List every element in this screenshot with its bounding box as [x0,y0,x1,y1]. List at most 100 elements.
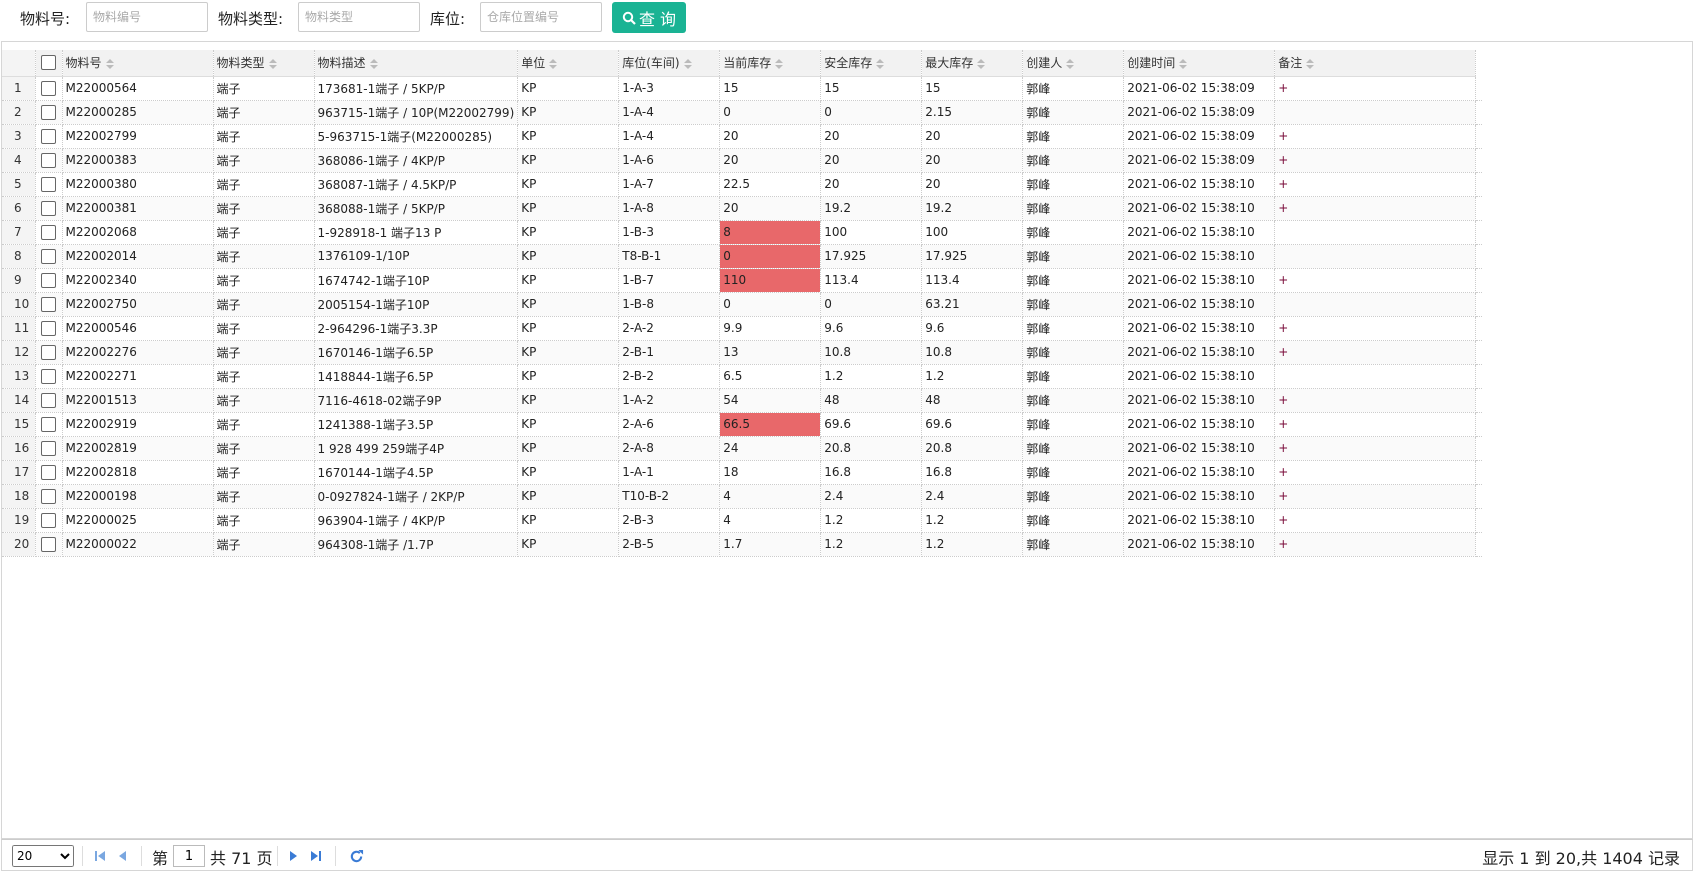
table-row[interactable]: 9 M22002340 端子 1674742-1端子10P KP 1-B-7 110 113.… [2,268,1483,293]
col-header-creator[interactable]: 创建人 [1022,50,1125,77]
select-all-cell[interactable] [35,50,63,77]
row-checkbox[interactable] [41,248,56,264]
table-row[interactable]: 7 M22002068 端子 1-928918-1 端子13 P KP 1-B-3 8 100… [2,220,1483,245]
sort-icon[interactable] [1066,58,1075,69]
table-row[interactable]: 8 M22002014 端子 1376109-1/10P KP T8-B-1 0 17.925… [2,244,1483,269]
refresh-icon[interactable] [347,847,365,865]
row-checkbox[interactable] [41,272,56,288]
row-checkbox[interactable] [41,296,56,312]
page-number-input[interactable] [173,845,205,867]
cell-max-stock: 20 [921,172,1024,197]
row-checkbox[interactable] [41,464,56,480]
sort-icon[interactable] [775,58,784,69]
row-checkbox[interactable] [41,368,56,384]
row-select-cell[interactable] [35,508,63,533]
sort-icon[interactable] [549,58,558,69]
row-select-cell[interactable] [35,364,63,389]
row-checkbox[interactable] [41,416,56,432]
row-checkbox[interactable] [41,200,56,216]
row-checkbox[interactable] [41,224,56,240]
table-row[interactable]: 10 M22002750 端子 2005154-1端子10P KP 1-B-8 0 0 63.2… [2,292,1483,317]
col-header-type[interactable]: 物料类型 [213,50,315,77]
row-checkbox[interactable] [41,80,56,96]
table-row[interactable]: 6 M22000381 端子 368088-1端子 / 5KP/P KP 1-A-8 20 1… [2,196,1483,221]
table-row[interactable]: 13 M22002271 端子 1418844-1端子6.5P KP 2-B-2 6.5 1.… [2,364,1483,389]
col-header-created-time[interactable]: 创建时间 [1123,50,1276,77]
row-checkbox[interactable] [41,152,56,168]
row-select-cell[interactable] [35,124,63,149]
col-header-safety-stock[interactable]: 安全库存 [820,50,923,77]
sort-icon[interactable] [105,58,114,69]
table-row[interactable]: 17 M22002818 端子 1670144-1端子4.5P KP 1-A-1 18 16.… [2,460,1483,485]
col-header-current-stock[interactable]: 当前库存 [719,50,822,77]
first-page-icon[interactable] [91,847,109,865]
location-input[interactable] [480,2,602,32]
table-row[interactable]: 16 M22002819 端子 1 928 499 259端子4P KP 2-A-8 24 2… [2,436,1483,461]
next-page-icon[interactable] [284,847,302,865]
sort-icon[interactable] [268,58,277,69]
row-checkbox[interactable] [41,536,56,552]
row-select-cell[interactable] [35,460,63,485]
sort-icon[interactable] [369,58,378,69]
table-row[interactable]: 12 M22002276 端子 1670146-1端子6.5P KP 2-B-1 13 10.… [2,340,1483,365]
sort-icon[interactable] [977,58,986,69]
row-select-cell[interactable] [35,340,63,365]
row-checkbox[interactable] [41,488,56,504]
table-row[interactable]: 15 M22002919 端子 1241388-1端子3.5P KP 2-A-6 66.5 6… [2,412,1483,437]
row-checkbox[interactable] [41,392,56,408]
col-header-max-stock[interactable]: 最大库存 [921,50,1024,77]
material-no-input[interactable] [86,2,208,32]
sort-icon[interactable] [1179,58,1188,69]
table-row[interactable]: 3 M22002799 端子 5-963715-1端子(M22000285) KP 1-A… [2,124,1483,149]
row-checkbox[interactable] [41,320,56,336]
row-checkbox[interactable] [41,344,56,360]
row-select-cell[interactable] [35,148,63,173]
table-row[interactable]: 1 M22000564 端子 173681-1端子 / 5KP/P KP 1-A-3 15 1… [2,76,1483,101]
row-checkbox[interactable] [41,176,56,192]
col-header-unit[interactable]: 单位 [517,50,620,77]
col-header-note[interactable]: 备注 [1274,50,1477,77]
row-select-cell[interactable] [35,316,63,341]
row-select-cell[interactable] [35,268,63,293]
query-button[interactable]: 查 询 [612,2,686,33]
cell-current-stock: 4 [719,484,822,509]
table-row[interactable]: 20 M22000022 端子 964308-1端子 /1.7P KP 2-B-5 1.7 1… [2,532,1483,557]
row-select-cell[interactable] [35,292,63,317]
table-row[interactable]: 5 M22000380 端子 368087-1端子 / 4.5KP/P KP 1-A-7 2… [2,172,1483,197]
table-row[interactable]: 11 M22000546 端子 2-964296-1端子3.3P KP 2-A-2 9.9 9… [2,316,1483,341]
table-row[interactable]: 14 M22001513 端子 7116-4618-02端子9P KP 1-A-2 54 48… [2,388,1483,413]
col-header-desc[interactable]: 物料描述 [314,50,519,77]
row-select-cell[interactable] [35,484,63,509]
material-type-input[interactable] [298,2,420,32]
col-header-code[interactable]: 物料号 [62,50,214,77]
table-row[interactable]: 18 M22000198 端子 0-0927824-1端子 / 2KP/P KP T10-… [2,484,1483,509]
prev-page-icon[interactable] [114,847,132,865]
row-select-cell[interactable] [35,388,63,413]
row-select-cell[interactable] [35,172,63,197]
table-row[interactable]: 4 M22000383 端子 368086-1端子 / 4KP/P KP 1-A-6 20 2… [2,148,1483,173]
row-select-cell[interactable] [35,100,63,125]
row-select-cell[interactable] [35,436,63,461]
sort-icon[interactable] [683,58,692,69]
row-select-cell[interactable] [35,196,63,221]
row-checkbox[interactable] [41,440,56,456]
sort-icon[interactable] [1306,58,1315,69]
table-row[interactable]: 2 M22000285 端子 963715-1端子 / 10P(M22002799) K… [2,100,1483,125]
cell-type: 端子 [213,316,315,341]
row-select-cell[interactable] [35,412,63,437]
table-row[interactable]: 19 M22000025 端子 963904-1端子 / 4KP/P KP 2-B-3 4 1… [2,508,1483,533]
row-select-cell[interactable] [35,220,63,245]
row-select-cell[interactable] [35,76,63,101]
cell-safety-stock: 0 [820,100,923,125]
row-select-cell[interactable] [35,244,63,269]
row-checkbox[interactable] [41,104,56,120]
cell-note: + [1274,340,1477,365]
col-header-location[interactable]: 库位(车间) [618,50,721,77]
row-checkbox[interactable] [41,128,56,144]
row-checkbox[interactable] [41,512,56,528]
row-select-cell[interactable] [35,532,63,557]
select-all-checkbox[interactable] [41,55,56,71]
sort-icon[interactable] [876,58,885,69]
last-page-icon[interactable] [307,847,325,865]
page-size-select[interactable]: 20 [12,845,74,867]
